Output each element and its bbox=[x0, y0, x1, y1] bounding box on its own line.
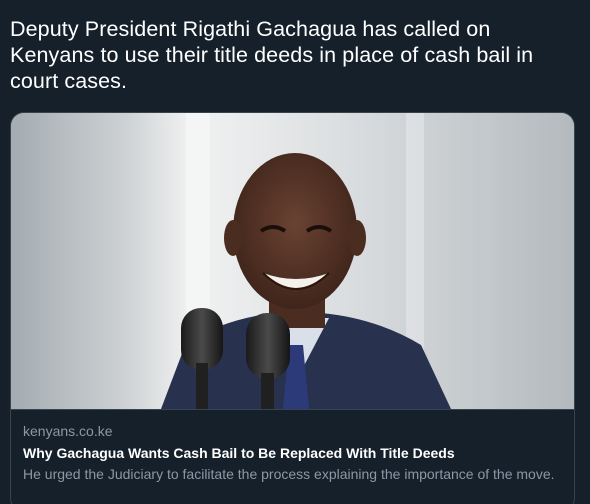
tweet: Deputy President Rigathi Gachagua has ca… bbox=[0, 0, 590, 504]
card-description: He urged the Judiciary to facilitate the… bbox=[23, 466, 555, 482]
card-title[interactable]: Why Gachagua Wants Cash Bail to Be Repla… bbox=[23, 443, 562, 463]
speaker-photo bbox=[11, 113, 574, 409]
tweet-text: Deputy President Rigathi Gachagua has ca… bbox=[10, 17, 534, 93]
card-domain: kenyans.co.ke bbox=[23, 423, 113, 439]
card-image[interactable] bbox=[11, 113, 574, 409]
card-meta: kenyans.co.ke Why Gachagua Wants Cash Ba… bbox=[11, 409, 574, 484]
link-preview-card[interactable]: kenyans.co.ke Why Gachagua Wants Cash Ba… bbox=[10, 112, 575, 504]
